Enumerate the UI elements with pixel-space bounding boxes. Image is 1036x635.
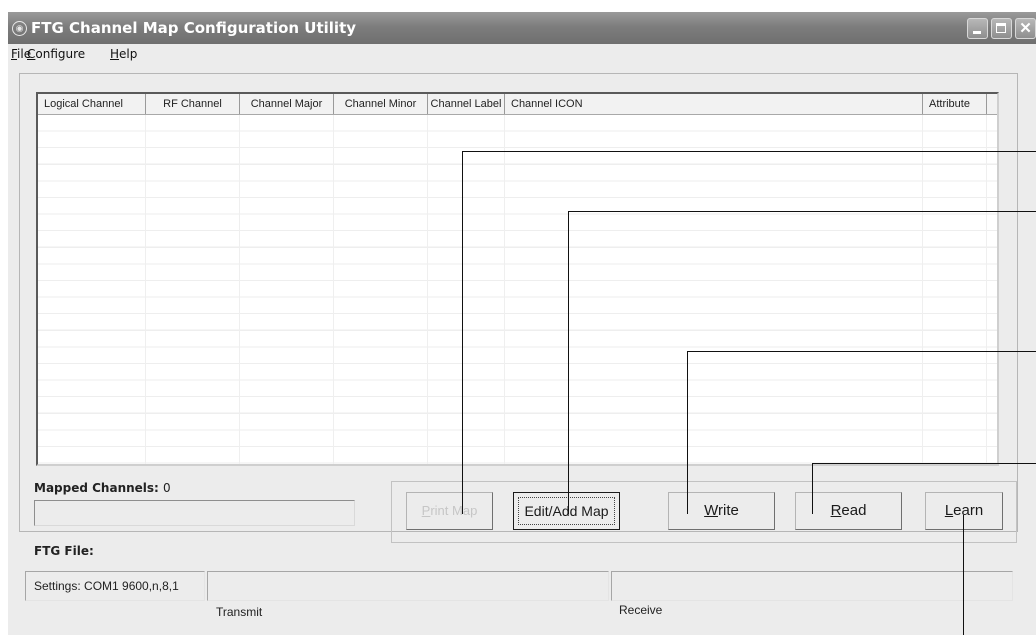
- window-title: FTG Channel Map Configuration Utility: [31, 19, 357, 37]
- callout-line-print-map-vertical: [462, 151, 463, 514]
- maximize-button[interactable]: [991, 18, 1012, 39]
- print-map-button[interactable]: Print Map: [406, 492, 493, 530]
- column-channel-icon[interactable]: Channel ICON: [505, 94, 923, 114]
- status-bar: Settings: COM1 9600,n,8,1: [25, 571, 1023, 601]
- table-header: Logical Channel RF Channel Channel Major…: [38, 94, 997, 115]
- menu-configure[interactable]: Configure: [27, 47, 85, 61]
- status-settings: Settings: COM1 9600,n,8,1: [25, 571, 205, 601]
- callout-line-print-map: [462, 151, 1036, 152]
- callout-line-write-vertical: [687, 351, 688, 514]
- callout-line-edit-map-vertical: [568, 211, 569, 514]
- column-channel-minor[interactable]: Channel Minor: [334, 94, 428, 114]
- callout-line-write: [687, 351, 1036, 352]
- mapped-channels-count: 0: [163, 481, 171, 495]
- close-button[interactable]: ✕: [1015, 18, 1036, 39]
- status-receive-panel: [611, 571, 1013, 601]
- menu-help[interactable]: Help: [110, 47, 137, 61]
- menu-bar: File Configure Help: [8, 44, 1036, 64]
- ftg-file-label: FTG File:: [34, 544, 94, 558]
- column-divider: [145, 115, 146, 464]
- receive-label: Receive: [619, 603, 663, 617]
- status-transmit-panel: [207, 571, 609, 601]
- column-divider: [504, 115, 505, 464]
- mapped-channels-field[interactable]: [34, 500, 355, 526]
- focus-ring: [518, 497, 615, 525]
- column-divider: [427, 115, 428, 464]
- column-channel-label[interactable]: Channel Label: [428, 94, 505, 114]
- column-divider: [333, 115, 334, 464]
- learn-button[interactable]: Learn: [925, 492, 1003, 530]
- transmit-label: Transmit: [216, 605, 263, 619]
- channel-map-table[interactable]: Logical Channel RF Channel Channel Major…: [36, 92, 999, 466]
- callout-line-edit-map: [568, 211, 1036, 212]
- callout-line-learn: [963, 515, 964, 635]
- table-body[interactable]: [38, 115, 997, 464]
- maximize-icon: [996, 23, 1006, 33]
- app-icon: ◉: [12, 21, 27, 36]
- title-bar[interactable]: ◉ FTG Channel Map Configuration Utility …: [8, 12, 1036, 44]
- callout-line-read: [812, 463, 1036, 464]
- close-icon: ✕: [1019, 20, 1032, 37]
- column-channel-major[interactable]: Channel Major: [240, 94, 334, 114]
- column-logical-channel[interactable]: Logical Channel: [38, 94, 146, 114]
- mapped-channels-label: Mapped Channels: 0: [34, 481, 171, 495]
- edit-add-map-button[interactable]: Edit/Add Map: [513, 492, 620, 530]
- column-divider: [986, 115, 987, 464]
- callout-line-read-vertical: [812, 463, 813, 514]
- column-attribute[interactable]: Attribute: [923, 94, 987, 114]
- write-button[interactable]: Write: [668, 492, 775, 530]
- minimize-icon: [973, 31, 981, 34]
- column-rf-channel[interactable]: RF Channel: [146, 94, 240, 114]
- minimize-button[interactable]: [967, 18, 988, 39]
- column-divider: [239, 115, 240, 464]
- column-divider: [922, 115, 923, 464]
